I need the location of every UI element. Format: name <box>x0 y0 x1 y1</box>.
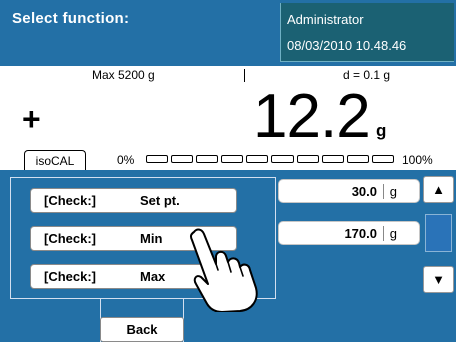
button-name: Max <box>140 269 166 284</box>
function-selection-screen: Select function: Administrator 08/03/201… <box>0 0 456 342</box>
divider <box>244 69 245 82</box>
capacity-bar-segment <box>221 155 244 163</box>
button-name: Min <box>140 231 163 246</box>
weighing-display: Max 5200 g d = 0.1 g + 12.2 g isoCAL 0% … <box>0 66 456 170</box>
capacity-bar-segment <box>321 155 344 163</box>
field-value: 170.0 <box>344 226 377 241</box>
check-setpoint-button[interactable]: [Check:] Set pt. <box>30 188 237 213</box>
capacity-bar-segment <box>346 155 369 163</box>
capacity-bar <box>146 155 394 163</box>
button-key: [Check:] <box>44 231 97 246</box>
scroll-up-icon[interactable]: ▲ <box>423 176 454 203</box>
bar-min-label: 0% <box>117 153 135 167</box>
capacity-bar-segment <box>296 155 319 163</box>
scroll-down-icon[interactable]: ▼ <box>423 266 454 293</box>
scroll-thumb[interactable] <box>425 214 452 252</box>
capacity-bar-segment <box>146 155 169 163</box>
sign-indicator: + <box>22 101 41 137</box>
capacity-bar-segment <box>171 155 194 163</box>
user-name: Administrator <box>287 12 364 27</box>
weight-unit: g <box>376 121 387 140</box>
back-button[interactable]: Back <box>100 317 184 342</box>
hand-pointer-icon <box>189 228 258 312</box>
field-separator <box>383 184 384 199</box>
button-name: Set pt. <box>140 193 180 208</box>
user-info-box: Administrator 08/03/2010 10.48.46 <box>280 3 454 62</box>
button-key: [Check:] <box>44 269 97 284</box>
screen-title: Select function: <box>12 10 130 27</box>
min-value-field[interactable]: 170.0 g <box>278 221 420 245</box>
capacity-bar-segment <box>196 155 219 163</box>
scrollbar[interactable]: ▲ ▼ <box>423 176 454 300</box>
button-key: [Check:] <box>44 193 97 208</box>
setpoint-value-field[interactable]: 30.0 g <box>278 179 420 203</box>
datetime: 08/03/2010 10.48.46 <box>287 38 407 53</box>
capacity-bar-segment <box>246 155 269 163</box>
field-separator <box>383 226 384 241</box>
readability-label: d = 0.1 g <box>343 68 391 82</box>
field-unit: g <box>389 226 397 241</box>
bar-max-label: 100% <box>402 153 433 167</box>
header-bar: Select function: Administrator 08/03/201… <box>0 0 456 66</box>
field-value: 30.0 <box>351 184 377 199</box>
weight-value: 12.2 <box>253 82 371 151</box>
capacity-bar-segment <box>271 155 294 163</box>
capacity-bar-segment <box>371 155 394 163</box>
field-unit: g <box>389 184 397 199</box>
max-capacity-label: Max 5200 g <box>92 68 155 82</box>
isocal-tab[interactable]: isoCAL <box>24 150 86 170</box>
